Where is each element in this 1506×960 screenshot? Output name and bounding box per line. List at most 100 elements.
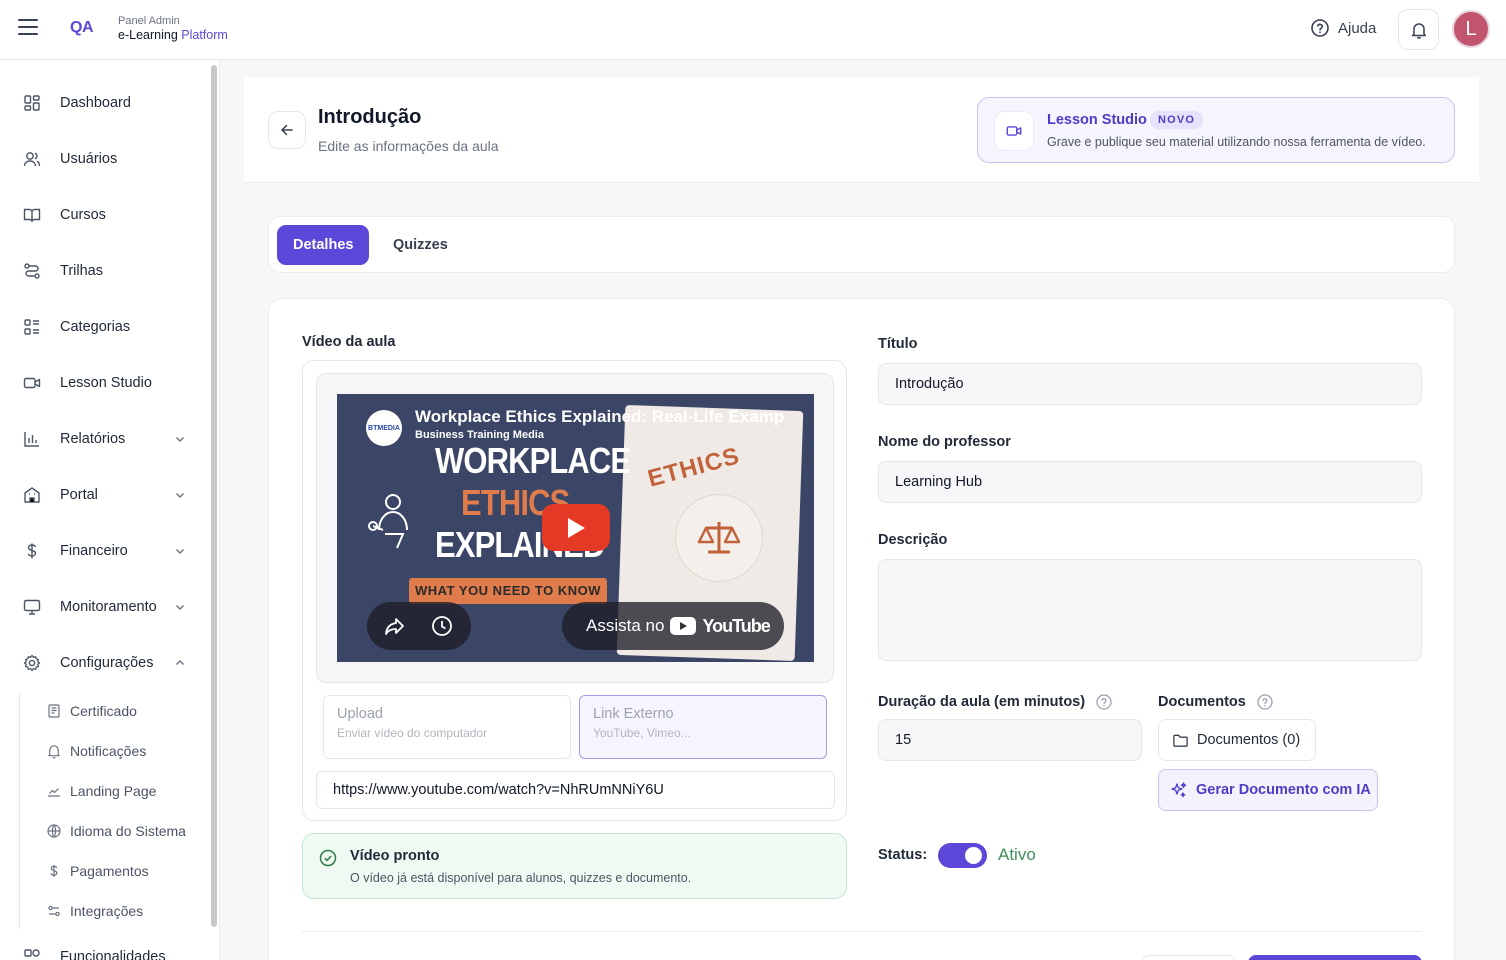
bell-icon: [1411, 22, 1426, 39]
external-link-option-title: Link Externo: [593, 706, 674, 722]
certificate-icon: [48, 704, 60, 718]
youtube-player[interactable]: ETHICS BTMEDIA Workplace Ethics Explaine…: [337, 394, 814, 662]
teacher-label: Nome do professor: [878, 434, 1011, 450]
bell-icon: [48, 745, 60, 759]
building-icon: [24, 487, 40, 503]
tab-details[interactable]: Detalhes: [277, 225, 370, 265]
sidebar-item-label: Lesson Studio: [60, 375, 152, 391]
menu-icon[interactable]: [18, 19, 38, 39]
brand-logo: QA: [70, 19, 94, 36]
dollar-icon: [27, 543, 37, 559]
channel-logo[interactable]: BTMEDIA: [366, 410, 402, 446]
generate-ai-document-label: Gerar Documento com IA: [1196, 782, 1371, 798]
help-button[interactable]: Ajuda: [1310, 18, 1376, 38]
thumbnail-line-1: WORKPLACE: [435, 440, 631, 481]
sidebar-item-label: Usuários: [60, 151, 118, 167]
chevron-up-icon: [176, 660, 184, 665]
back-button[interactable]: [268, 111, 306, 149]
sidebar-item-label: Funcionalidades: [60, 949, 166, 960]
play-button[interactable]: [542, 504, 610, 551]
title-input[interactable]: [878, 363, 1422, 405]
integrations-icon: [48, 905, 60, 917]
cancel-button[interactable]: [1142, 955, 1236, 960]
sidebar-item-label: Portal: [60, 487, 98, 503]
sidebar-subitem-certificate[interactable]: Certificado: [46, 701, 206, 721]
duration-input[interactable]: [878, 719, 1142, 761]
thumbnail-figure-icon: [368, 494, 408, 549]
video-ready-description: O vídeo já está disponível para alunos, …: [350, 871, 692, 885]
help-circle-icon[interactable]: [1095, 693, 1113, 711]
documents-label: Documentos: [1158, 693, 1274, 711]
chevron-down-icon: [176, 437, 184, 442]
watch-on-label: Assista no: [586, 616, 665, 635]
teacher-input[interactable]: [878, 461, 1422, 503]
upload-option-subtitle: Enviar vídeo do computador: [337, 726, 488, 740]
youtube-logo-icon: [670, 617, 697, 635]
sidebar-item-dashboard[interactable]: Dashboard: [22, 91, 192, 115]
sidebar-item-finance[interactable]: Financeiro: [22, 539, 192, 563]
sidebar-item-label: Cursos: [60, 207, 106, 223]
watch-on-youtube-button[interactable]: Assista no YouTube: [562, 602, 784, 650]
sidebar-subitem-label: Pagamentos: [70, 863, 149, 879]
lesson-studio-card[interactable]: Lesson Studio NOVO Grave e publique seu …: [977, 97, 1455, 163]
description-textarea[interactable]: [878, 559, 1422, 661]
page-title: Introdução: [318, 106, 422, 128]
route-icon: [24, 263, 40, 279]
sidebar-item-portal[interactable]: Portal: [22, 483, 192, 507]
sidebar-item-users[interactable]: Usuários: [22, 147, 192, 171]
sidebar-item-settings[interactable]: Configurações: [22, 651, 192, 675]
documents-button-label: Documentos (0): [1197, 732, 1301, 748]
lesson-form-card: Vídeo da aula ETHICS BTMEDIA Workplace E…: [268, 298, 1455, 960]
notifications-button[interactable]: [1398, 9, 1439, 50]
help-circle-icon[interactable]: [1256, 693, 1274, 711]
thumbnail-pill: WHAT YOU NEED TO KNOW: [409, 578, 607, 604]
sparkles-icon: [1171, 782, 1187, 798]
sidebar-subitem-language[interactable]: Idioma do Sistema: [46, 821, 206, 841]
video-title[interactable]: Workplace Ethics Explained: Real-Life Ex…: [415, 407, 784, 427]
sidebar-item-trails[interactable]: Trilhas: [22, 259, 192, 283]
features-icon: [24, 949, 40, 957]
sidebar-item-lesson-studio[interactable]: Lesson Studio: [22, 371, 192, 395]
bar-chart-icon: [24, 432, 39, 447]
sidebar-item-monitoring[interactable]: Monitoramento: [22, 595, 192, 619]
video-icon: [1006, 126, 1022, 136]
duration-label: Duração da aula (em minutos): [878, 693, 1113, 711]
sidebar-item-courses[interactable]: Cursos: [22, 203, 192, 227]
upload-option[interactable]: Upload Enviar vídeo do computador: [323, 695, 571, 759]
sidebar-subitem-payments[interactable]: Pagamentos: [46, 861, 206, 881]
chevron-down-icon: [176, 605, 184, 610]
form-divider: [302, 931, 1422, 932]
chevron-down-icon: [176, 549, 184, 554]
play-icon: [568, 517, 585, 538]
save-button[interactable]: [1248, 955, 1422, 960]
share-icon[interactable]: [383, 615, 405, 637]
monitor-icon: [23, 599, 41, 615]
tab-quizzes[interactable]: Quizzes: [377, 225, 464, 265]
submenu-rule: [19, 693, 20, 929]
sidebar-subitem-landing-page[interactable]: Landing Page: [46, 781, 206, 801]
sidebar-subitem-notifications[interactable]: Notificações: [46, 741, 206, 761]
status-toggle[interactable]: [938, 843, 987, 868]
generate-ai-document-button[interactable]: Gerar Documento com IA: [1158, 769, 1378, 811]
sidebar-subitem-integrations[interactable]: Integrações: [46, 901, 206, 921]
upload-option-title: Upload: [337, 706, 383, 722]
documents-button[interactable]: Documentos (0): [1158, 719, 1316, 761]
sidebar-item-categories[interactable]: Categorias: [22, 315, 192, 339]
tabs-bar: Detalhes Quizzes: [268, 216, 1455, 273]
sidebar-item-reports[interactable]: Relatórios: [22, 427, 192, 451]
youtube-wordmark: YouTube: [702, 615, 770, 636]
sidebar-subitem-label: Landing Page: [70, 783, 157, 799]
sidebar-item-features[interactable]: Funcionalidades: [22, 945, 192, 960]
video-ready-alert: Vídeo pronto O vídeo já está disponível …: [302, 833, 847, 899]
brand-small-label: Panel Admin: [118, 15, 180, 27]
watch-later-icon[interactable]: [431, 615, 453, 637]
sidebar-scrollbar[interactable]: [211, 65, 217, 927]
grid-icon: [24, 95, 40, 111]
video-box: ETHICS BTMEDIA Workplace Ethics Explaine…: [302, 360, 847, 821]
video-url-input[interactable]: [316, 771, 835, 809]
avatar[interactable]: L: [1452, 10, 1490, 48]
external-link-option[interactable]: Link Externo YouTube, Vimeo...: [579, 695, 827, 759]
external-link-option-subtitle: YouTube, Vimeo...: [593, 726, 691, 740]
studio-video-icon-box: [994, 111, 1034, 151]
video-icon: [23, 377, 41, 389]
